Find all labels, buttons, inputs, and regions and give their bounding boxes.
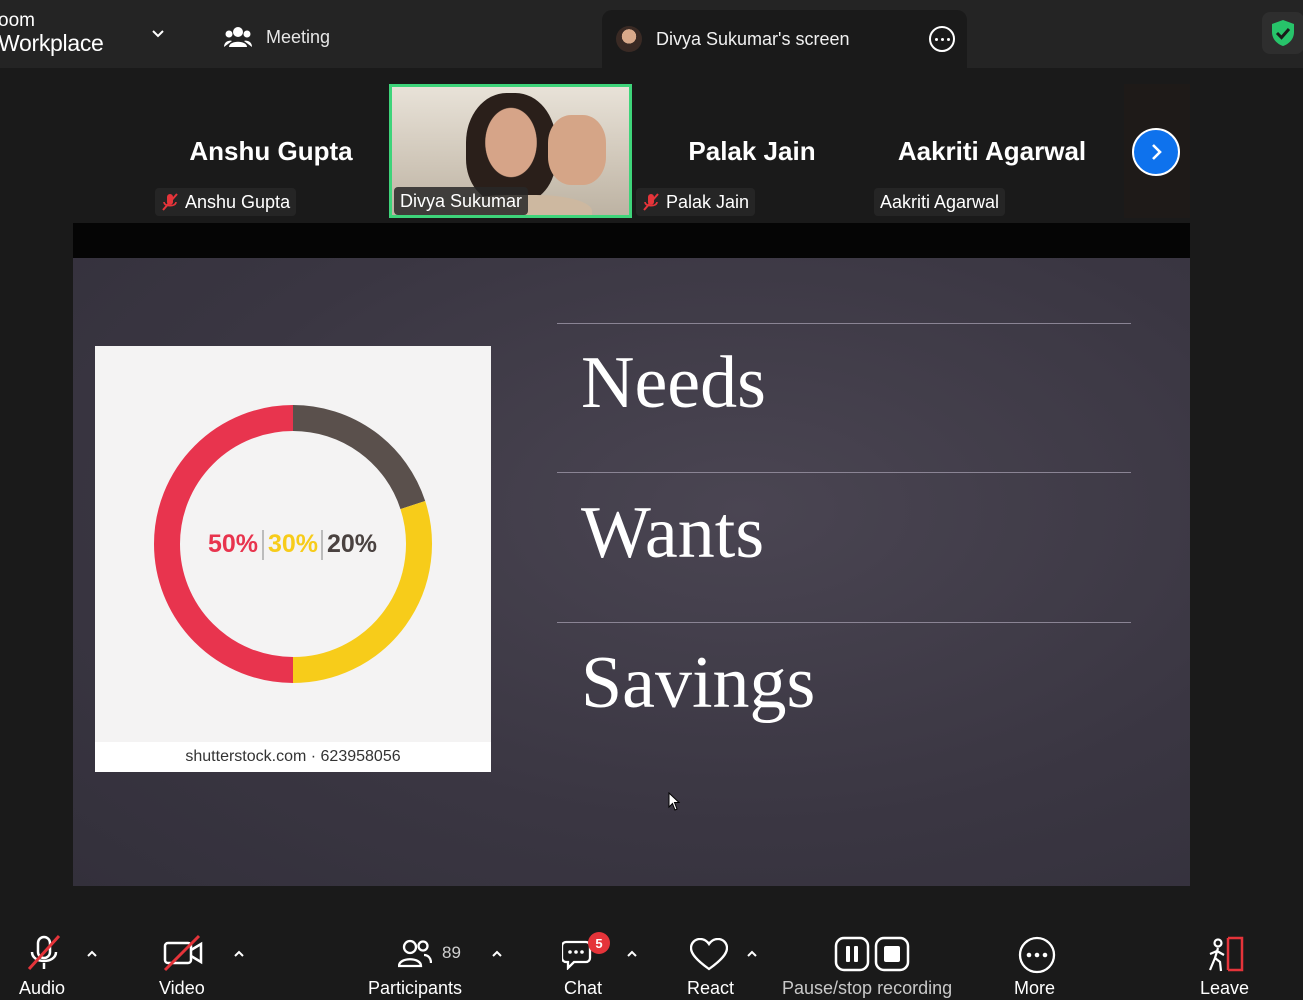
participant-tile[interactable]: Aakriti Agarwal Aakriti Agarwal: [872, 84, 1112, 218]
participant-name-tag: Divya Sukumar: [394, 187, 529, 215]
participant-name-tag: Anshu Gupta: [155, 188, 297, 216]
participants-count: 89: [442, 943, 461, 962]
slide-item-needs: Needs: [581, 342, 766, 424]
audio-button[interactable]: Audio: [16, 920, 76, 1000]
donut-label-wants: 30%: [268, 530, 318, 558]
participant-name: Aakriti Agarwal: [897, 136, 1087, 166]
slide-item-wants: Wants: [581, 492, 765, 574]
title-bar: oom Workplace Meeting Divya Sukumar's sc…: [0, 0, 1303, 68]
more-options-icon[interactable]: [929, 26, 955, 52]
share-letterbox-bottom: [73, 886, 1190, 920]
participants-group-icon: [224, 27, 252, 47]
heart-icon: [690, 938, 728, 971]
participant-name: Anshu Gupta: [189, 136, 353, 166]
tab-meeting-label: Meeting: [266, 26, 331, 47]
react-button[interactable]: React: [684, 920, 744, 1000]
video-off-icon: [163, 934, 203, 972]
divider: [557, 323, 1131, 324]
participant-tile-active-video[interactable]: Divya Sukumar: [389, 84, 632, 218]
donut-label-savings: 20%: [327, 530, 377, 558]
participant-video-hand: [548, 115, 606, 185]
security-shield-icon[interactable]: [1262, 12, 1303, 54]
mouse-cursor-icon: [668, 792, 681, 811]
participants-options-caret-icon[interactable]: [491, 948, 503, 960]
participants-icon: [398, 939, 432, 968]
divider: [557, 622, 1131, 623]
participant-name-tag: Palak Jain: [636, 188, 756, 216]
shared-slide: Needs Wants Savings 50% 30% 20% shutters…: [73, 258, 1190, 886]
audio-options-caret-icon[interactable]: [86, 948, 98, 960]
participants-button[interactable]: 89 Participants: [366, 920, 470, 1000]
tab-shared-screen[interactable]: Divya Sukumar's screen: [602, 10, 967, 68]
video-options-caret-icon[interactable]: [233, 948, 245, 960]
react-options-caret-icon[interactable]: [746, 948, 758, 960]
chat-button[interactable]: 5 Chat: [560, 920, 614, 1000]
leave-button[interactable]: Leave: [1198, 920, 1250, 1000]
chat-unread-badge: 5: [588, 932, 610, 954]
chevron-right-icon: [1132, 128, 1180, 176]
participant-name: Palak Jain: [688, 136, 816, 166]
muted-mic-icon: [162, 193, 178, 211]
muted-mic-icon: [643, 193, 659, 211]
donut-chart: 50% 30% 20%: [154, 405, 432, 683]
avatar: [616, 26, 642, 52]
muted-mic-icon: [27, 934, 61, 971]
image-caption: shutterstock.com · 623958056: [95, 742, 491, 772]
more-button[interactable]: More: [1012, 920, 1062, 1000]
more-options-icon: [1018, 936, 1056, 974]
participant-name-tag: Aakriti Agarwal: [874, 188, 1006, 216]
divider: [557, 472, 1131, 473]
slide-image: 50% 30% 20% shutterstock.com · 623958056: [95, 346, 491, 772]
tab-meeting[interactable]: Meeting: [224, 22, 330, 52]
leave-door-icon: [1208, 936, 1244, 972]
tab-shared-screen-label: Divya Sukumar's screen: [656, 28, 850, 49]
pause-stop-recording-button[interactable]: Pause/stop recording: [780, 920, 964, 1000]
app-logo: oom Workplace: [0, 10, 104, 56]
share-letterbox-top: [73, 223, 1190, 258]
slide-item-savings: Savings: [581, 642, 816, 724]
chevron-down-icon[interactable]: [150, 26, 166, 42]
pause-stop-recording-icon: [834, 936, 910, 972]
meeting-toolbar: Audio Video 89 Participants 5 Chat React…: [0, 920, 1303, 1000]
donut-segment-savings: [292, 405, 426, 510]
participant-tile[interactable]: Anshu Gupta Anshu Gupta: [151, 84, 391, 218]
video-button[interactable]: Video: [156, 920, 216, 1000]
donut-label-needs: 50%: [208, 530, 258, 558]
chat-options-caret-icon[interactable]: [626, 948, 638, 960]
participant-tile[interactable]: Palak Jain Palak Jain: [632, 84, 872, 218]
next-participants-button[interactable]: [1124, 84, 1190, 218]
